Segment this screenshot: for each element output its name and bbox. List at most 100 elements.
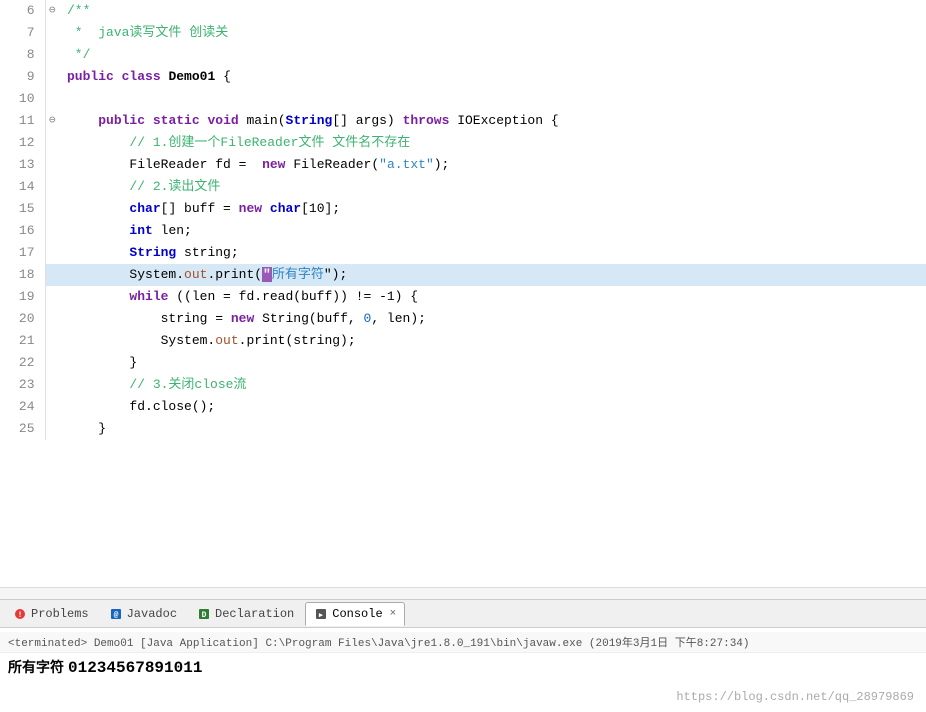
line-marker-8	[45, 44, 59, 66]
line-number-23: 23	[0, 374, 45, 396]
watermark: https://blog.csdn.net/qq_28979869	[676, 690, 914, 704]
line-marker-16	[45, 220, 59, 242]
code-content-7: * java读写文件 创读关	[59, 22, 926, 44]
line-marker-7	[45, 22, 59, 44]
tab-javadoc[interactable]: @ Javadoc	[100, 602, 186, 626]
line-number-14: 14	[0, 176, 45, 198]
line-marker-25	[45, 418, 59, 440]
line-marker-22	[45, 352, 59, 374]
code-row-10: 10	[0, 88, 926, 110]
problems-tab-icon: !	[13, 607, 27, 621]
svg-text:D: D	[202, 611, 207, 620]
code-content-22: }	[59, 352, 926, 374]
code-editor[interactable]: 6⊖/**7 * java读写文件 创读关8 */9public class D…	[0, 0, 926, 587]
code-content-10	[59, 88, 926, 110]
code-row-9: 9 public class Demo01 {	[0, 66, 926, 88]
code-content-12: // 1.创建一个FileReader文件 文件名不存在	[59, 132, 926, 154]
line-number-21: 21	[0, 330, 45, 352]
line-number-11: 11	[0, 110, 45, 132]
line-number-6: 6	[0, 0, 45, 22]
line-number-16: 16	[0, 220, 45, 242]
code-scroll[interactable]: 6⊖/**7 * java读写文件 创读关8 */9public class D…	[0, 0, 926, 587]
line-number-18: 18	[0, 264, 45, 286]
line-marker-9	[45, 66, 59, 88]
line-marker-24	[45, 396, 59, 418]
code-row-16: 16 int len;	[0, 220, 926, 242]
code-content-19: while ((len = fd.read(buff)) != -1) {	[59, 286, 926, 308]
code-content-13: FileReader fd = new FileReader("a.txt");	[59, 154, 926, 176]
code-content-21: System.out.print(string);	[59, 330, 926, 352]
code-content-11: public static void main(String[] args) t…	[59, 110, 926, 132]
code-content-18: System.out.print("所有字符");	[59, 264, 926, 286]
line-marker-12	[45, 132, 59, 154]
code-row-8: 8 */	[0, 44, 926, 66]
horizontal-scrollbar[interactable]	[0, 587, 926, 599]
line-marker-18	[45, 264, 59, 286]
tab-declaration[interactable]: D Declaration	[188, 602, 303, 626]
console-output-label: 所有字符	[8, 661, 64, 677]
code-content-15: char[] buff = new char[10];	[59, 198, 926, 220]
code-row-11: 11⊖ public static void main(String[] arg…	[0, 110, 926, 132]
line-number-15: 15	[0, 198, 45, 220]
code-content-24: fd.close();	[59, 396, 926, 418]
code-row-14: 14 // 2.读出文件	[0, 176, 926, 198]
code-row-17: 17 String string;	[0, 242, 926, 264]
code-content-9: public class Demo01 {	[59, 66, 926, 88]
tab-console[interactable]: ▶ Console ×	[305, 602, 405, 626]
code-table: 6⊖/**7 * java读写文件 创读关8 */9public class D…	[0, 0, 926, 440]
javadoc-tab-label: Javadoc	[127, 607, 177, 621]
code-content-16: int len;	[59, 220, 926, 242]
line-number-13: 13	[0, 154, 45, 176]
code-row-23: 23 // 3.关闭close流	[0, 374, 926, 396]
line-number-17: 17	[0, 242, 45, 264]
svg-text:@: @	[113, 611, 118, 620]
code-content-8: */	[59, 44, 926, 66]
code-content-6: /**	[59, 0, 926, 22]
line-number-12: 12	[0, 132, 45, 154]
console-output: 所有字符01234567891011	[0, 653, 926, 681]
javadoc-tab-icon: @	[109, 607, 123, 621]
code-row-7: 7 * java读写文件 创读关	[0, 22, 926, 44]
line-marker-11[interactable]: ⊖	[45, 110, 59, 132]
code-row-6: 6⊖/**	[0, 0, 926, 22]
line-marker-13	[45, 154, 59, 176]
code-row-19: 19 while ((len = fd.read(buff)) != -1) {	[0, 286, 926, 308]
code-row-18: 18 System.out.print("所有字符");	[0, 264, 926, 286]
code-content-17: String string;	[59, 242, 926, 264]
line-number-7: 7	[0, 22, 45, 44]
line-number-19: 19	[0, 286, 45, 308]
code-row-12: 12 // 1.创建一个FileReader文件 文件名不存在	[0, 132, 926, 154]
code-row-25: 25 }	[0, 418, 926, 440]
tabs-bar: ! Problems @ Javadoc D Declaration ▶ Console ×	[0, 599, 926, 627]
line-marker-6[interactable]: ⊖	[45, 0, 59, 22]
declaration-tab-label: Declaration	[215, 607, 294, 621]
code-row-13: 13 FileReader fd = new FileReader("a.txt…	[0, 154, 926, 176]
line-marker-23	[45, 374, 59, 396]
line-number-8: 8	[0, 44, 45, 66]
line-number-9: 9	[0, 66, 45, 88]
line-number-25: 25	[0, 418, 45, 440]
svg-text:!: !	[18, 611, 23, 620]
problems-tab-label: Problems	[31, 607, 89, 621]
code-content-14: // 2.读出文件	[59, 176, 926, 198]
line-number-10: 10	[0, 88, 45, 110]
line-number-24: 24	[0, 396, 45, 418]
console-output-numbers: 01234567891011	[68, 659, 202, 677]
line-marker-10	[45, 88, 59, 110]
console-tab-label: Console	[332, 607, 382, 621]
console-tab-close[interactable]: ×	[390, 608, 397, 620]
line-marker-15	[45, 198, 59, 220]
line-marker-20	[45, 308, 59, 330]
line-marker-21	[45, 330, 59, 352]
line-marker-14	[45, 176, 59, 198]
line-number-22: 22	[0, 352, 45, 374]
footer-container: ! Problems @ Javadoc D Declaration ▶ Console × <…	[0, 599, 926, 712]
code-content-23: // 3.关闭close流	[59, 374, 926, 396]
console-tab-icon: ▶	[314, 607, 328, 621]
line-marker-17	[45, 242, 59, 264]
code-row-15: 15 char[] buff = new char[10];	[0, 198, 926, 220]
console-status: <terminated> Demo01 [Java Application] C…	[0, 632, 926, 653]
tab-problems[interactable]: ! Problems	[4, 602, 98, 626]
line-marker-19	[45, 286, 59, 308]
code-row-22: 22 }	[0, 352, 926, 374]
